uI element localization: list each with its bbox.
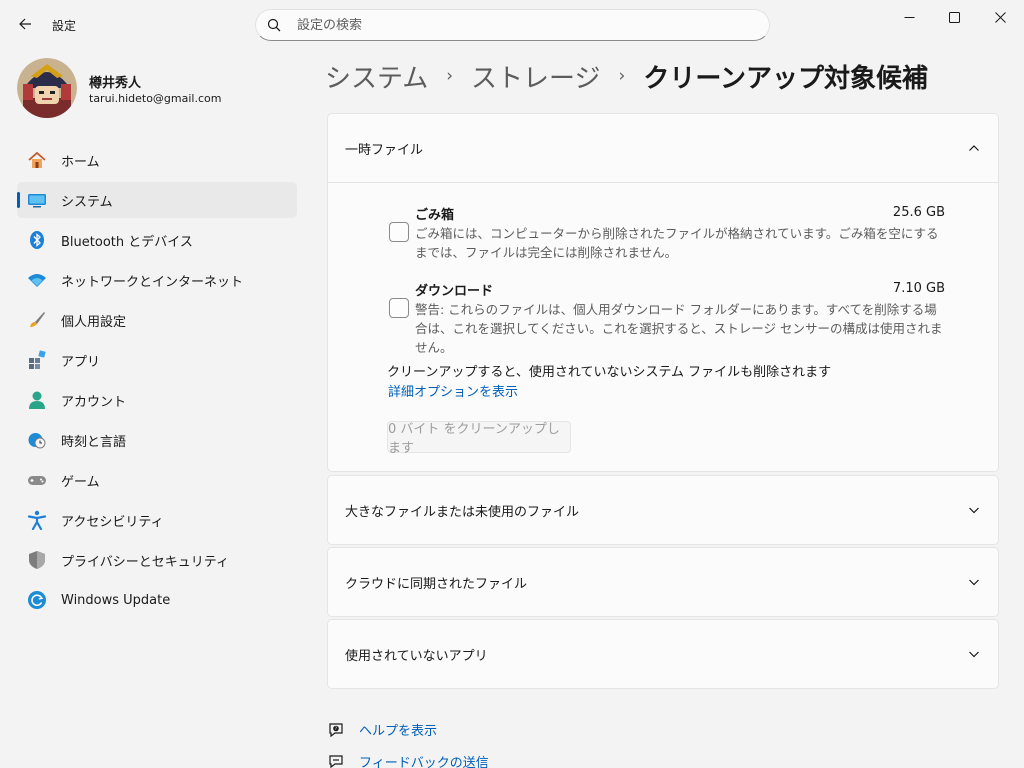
breadcrumb-separator: › — [446, 66, 454, 86]
sidebar-item-label: ホーム — [61, 154, 100, 170]
sidebar-item-label: ゲーム — [61, 474, 100, 490]
downloads-checkbox[interactable] — [389, 298, 409, 318]
minimize-icon — [904, 8, 915, 27]
brush-icon — [26, 309, 48, 331]
section-title: 一時ファイル — [345, 142, 424, 158]
item-name: ダウンロード — [415, 284, 494, 299]
feedback-label: フィードバックの送信 — [359, 756, 489, 768]
shield-icon — [26, 549, 48, 571]
sidebar-item-apps[interactable]: アプリ — [17, 342, 297, 378]
item-size: 25.6 GB — [892, 205, 945, 220]
sidebar-item-windows-update[interactable]: Windows Update — [17, 582, 297, 618]
apps-icon — [26, 349, 48, 371]
help-link[interactable]: ? ヘルプを表示 — [327, 720, 437, 739]
sidebar-item-network[interactable]: ネットワークとインターネット — [17, 262, 297, 298]
sidebar-nav: ホーム システム Bluetooth とデバイス ネットワークとインターネット … — [17, 142, 297, 622]
wifi-icon — [26, 269, 48, 291]
section-title: クラウドに同期されたファイル — [345, 576, 528, 592]
cloud-files-section[interactable]: クラウドに同期されたファイル — [327, 547, 999, 617]
home-icon — [26, 149, 48, 171]
sidebar-item-label: Windows Update — [61, 592, 171, 608]
gamepad-icon — [26, 469, 48, 491]
chevron-up-icon — [967, 141, 981, 155]
sidebar-item-bluetooth[interactable]: Bluetooth とデバイス — [17, 222, 297, 258]
large-files-header[interactable]: 大きなファイルまたは未使用のファイル — [328, 476, 998, 544]
search-icon — [267, 17, 283, 33]
section-title: 使用されていないアプリ — [345, 648, 488, 664]
item-name: ごみ箱 — [415, 208, 455, 223]
sidebar-item-home[interactable]: ホーム — [17, 142, 297, 178]
sidebar-item-gaming[interactable]: ゲーム — [17, 462, 297, 498]
time-language-icon — [26, 429, 48, 451]
downloads-item: ダウンロード 7.10 GB 警告: これらのファイルは、個人用ダウンロード フ… — [389, 280, 945, 355]
temp-files-section: 一時ファイル ごみ箱 25.6 GB ごみ箱には、コンピューターから削除されたフ… — [327, 113, 999, 472]
help-label: ヘルプを表示 — [359, 724, 438, 739]
accessibility-icon — [26, 509, 48, 531]
chevron-down-icon — [967, 575, 981, 589]
item-description: 警告: これらのファイルは、個人用ダウンロード フォルダーにあります。すべてを削… — [415, 302, 943, 355]
sidebar-item-label: アクセシビリティ — [61, 514, 164, 530]
sidebar-item-time-language[interactable]: 時刻と言語 — [17, 422, 297, 458]
sidebar-item-label: 個人用設定 — [61, 314, 127, 330]
cleanup-note: クリーンアップすると、使用されていないシステム ファイルも削除されます — [387, 365, 832, 380]
minimize-button[interactable] — [886, 0, 932, 34]
close-icon — [994, 8, 1006, 27]
breadcrumb-storage[interactable]: ストレージ — [471, 58, 600, 95]
account-icon — [26, 389, 48, 411]
feedback-icon — [327, 753, 345, 768]
sidebar-item-label: プライバシーとセキュリティ — [61, 554, 229, 570]
sidebar-item-label: 時刻と言語 — [61, 434, 127, 450]
section-title: 大きなファイルまたは未使用のファイル — [345, 504, 580, 520]
feedback-link[interactable]: フィードバックの送信 — [327, 752, 489, 768]
recycle-bin-checkbox[interactable] — [389, 222, 409, 242]
sidebar-item-personalization[interactable]: 個人用設定 — [17, 302, 297, 338]
unused-apps-section[interactable]: 使用されていないアプリ — [327, 619, 999, 689]
sidebar-item-label: ネットワークとインターネット — [61, 274, 244, 290]
large-files-section[interactable]: 大きなファイルまたは未使用のファイル — [327, 475, 999, 545]
bluetooth-icon — [26, 229, 48, 251]
sidebar-item-system[interactable]: システム — [17, 182, 297, 218]
search-input[interactable] — [297, 17, 737, 33]
help-icon: ? — [327, 721, 345, 739]
sidebar-item-accessibility[interactable]: アクセシビリティ — [17, 502, 297, 538]
back-button[interactable] — [12, 12, 38, 38]
sidebar-item-label: システム — [61, 194, 113, 210]
maximize-icon — [948, 8, 960, 27]
cloud-files-header[interactable]: クラウドに同期されたファイル — [328, 548, 998, 616]
advanced-options-link[interactable]: 詳細オプションを表示 — [388, 381, 518, 400]
chevron-down-icon — [967, 503, 981, 517]
item-description: ごみ箱には、コンピューターから削除されたファイルが格納されています。ごみ箱を空に… — [415, 226, 939, 260]
system-icon — [26, 189, 48, 211]
user-name: 樽井秀人 — [89, 76, 142, 91]
cleanup-button[interactable]: 0 バイト をクリーンアップします — [387, 421, 571, 456]
sidebar-item-accounts[interactable]: アカウント — [17, 382, 297, 418]
recycle-bin-item: ごみ箱 25.6 GB ごみ箱には、コンピューターから削除されたファイルが格納さ… — [389, 204, 945, 264]
close-button[interactable] — [977, 0, 1023, 34]
sidebar-item-label: アプリ — [61, 354, 101, 370]
sidebar-item-privacy[interactable]: プライバシーとセキュリティ — [17, 542, 297, 578]
sidebar-item-label: アカウント — [61, 394, 127, 410]
temp-files-body: ごみ箱 25.6 GB ごみ箱には、コンピューターから削除されたファイルが格納さ… — [328, 182, 998, 471]
breadcrumb-separator: › — [618, 66, 626, 86]
user-email: tarui.hideto@gmail.com — [89, 92, 222, 105]
temp-files-header[interactable]: 一時ファイル — [328, 114, 998, 182]
update-icon — [26, 589, 48, 611]
search-box[interactable] — [255, 9, 770, 41]
title-bar: 設定 — [0, 0, 1024, 48]
avatar[interactable] — [17, 58, 77, 118]
arrow-left-icon — [18, 16, 32, 35]
chevron-down-icon — [967, 647, 981, 661]
unused-apps-header[interactable]: 使用されていないアプリ — [328, 620, 998, 688]
breadcrumb: システム › ストレージ › クリーンアップ対象候補 — [325, 58, 928, 94]
item-size: 7.10 GB — [892, 281, 945, 296]
app-title: 設定 — [52, 19, 77, 33]
page-title: クリーンアップ対象候補 — [643, 63, 929, 94]
breadcrumb-system[interactable]: システム — [325, 58, 428, 95]
sidebar-item-label: Bluetooth とデバイス — [61, 234, 193, 250]
maximize-button[interactable] — [931, 0, 977, 34]
